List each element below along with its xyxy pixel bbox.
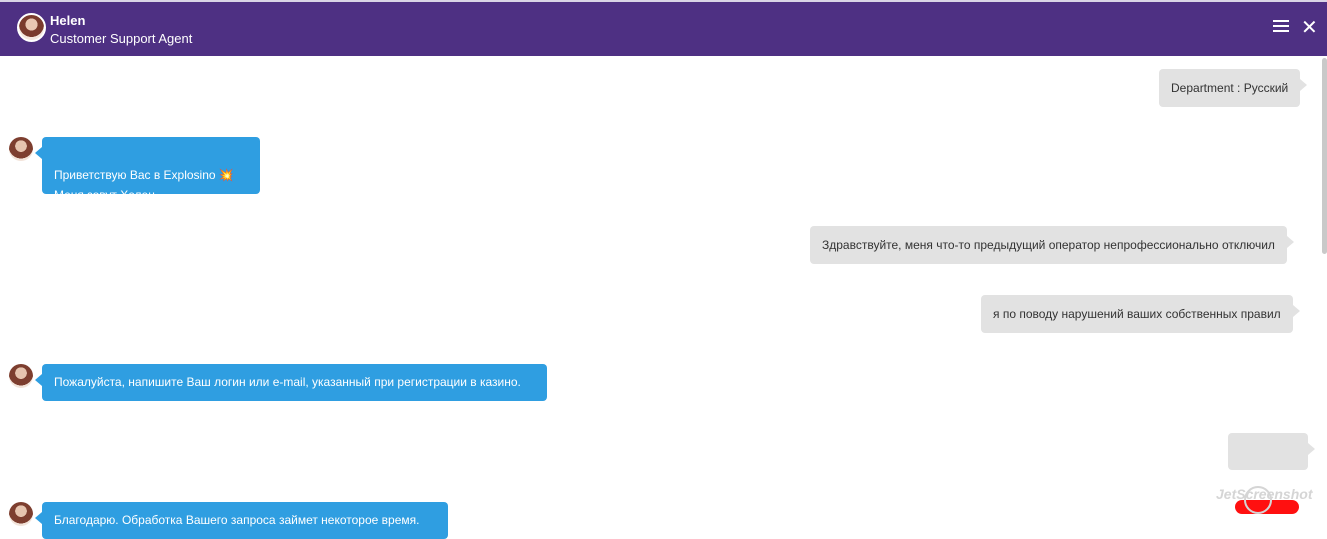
agent-message-avatar: [9, 364, 33, 388]
chat-header: Helen Customer Support Agent ✕: [0, 0, 1327, 56]
close-icon[interactable]: ✕: [1301, 18, 1318, 38]
message-bubble-agent: Пожалуйста, напишите Ваш логин или e-mai…: [35, 364, 547, 401]
message-bubble-user: Здравствуйте, меня что-то предыдущий опе…: [810, 226, 1294, 264]
message-bubble-user: я по поводу нарушений ваших собственных …: [981, 295, 1300, 333]
message-bubble-user: Department : Русский: [1159, 69, 1308, 107]
message-bubble-user-redacted: [1228, 433, 1315, 470]
menu-icon[interactable]: [1273, 20, 1289, 34]
agent-role: Customer Support Agent: [50, 31, 193, 46]
chat-transcript: Department : Русский Приветствую Вас в E…: [0, 56, 1327, 539]
agent-message-avatar: [9, 137, 33, 161]
agent-avatar: [17, 13, 46, 42]
agent-message-avatar: [9, 502, 33, 526]
message-bubble-agent: Приветствую Вас в Explosino 💥 Меня зовут…: [35, 137, 260, 202]
chat-scrollbar[interactable]: [1322, 58, 1327, 254]
agent-name: Helen: [50, 13, 86, 28]
watermark: JetScreenshot: [1216, 486, 1313, 502]
message-bubble-agent: Благодарю. Обработка Вашего запроса займ…: [35, 502, 448, 539]
